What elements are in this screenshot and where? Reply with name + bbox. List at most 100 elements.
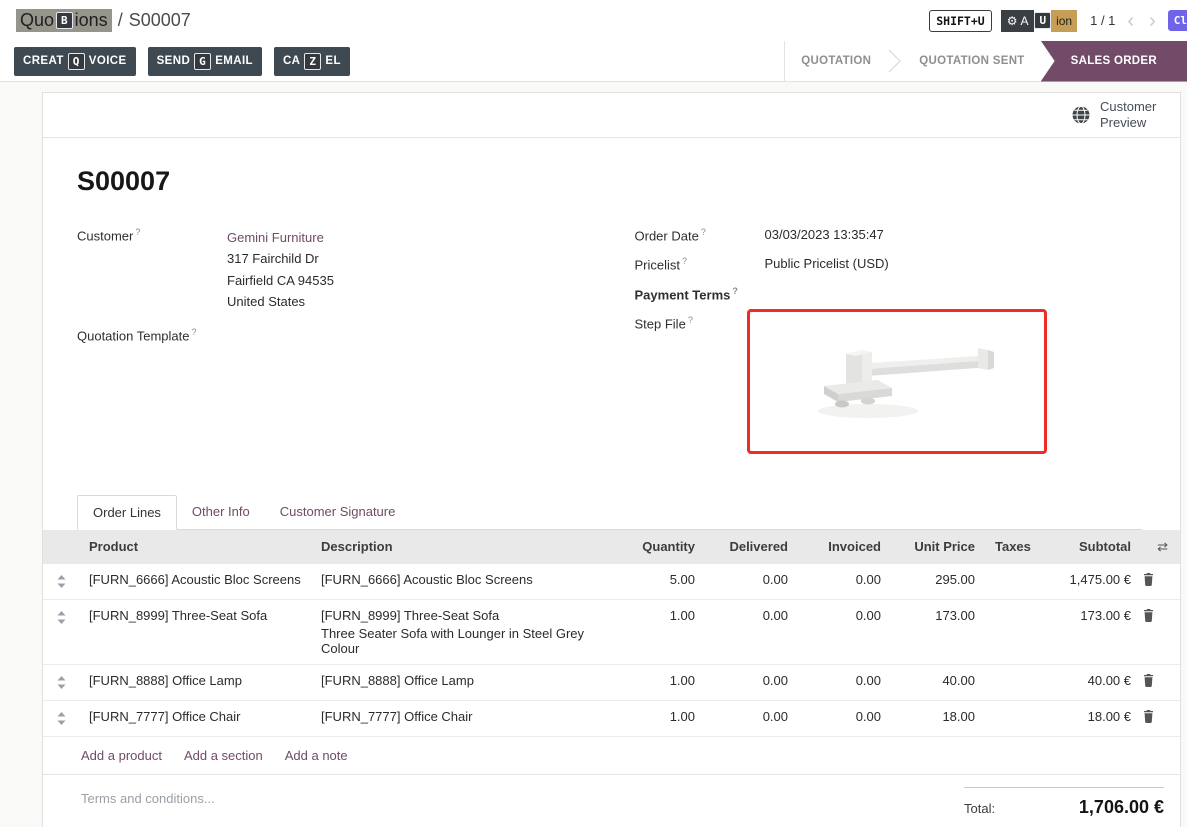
order-date-value[interactable]: 03/03/2023 13:35:47 bbox=[765, 227, 884, 243]
order-line-row-1[interactable]: [FURN_6666] Acoustic Bloc Screens [FURN_… bbox=[43, 564, 1180, 600]
delete-line-icon[interactable] bbox=[1143, 573, 1154, 586]
cell-product[interactable]: [FURN_6666] Acoustic Bloc Screens bbox=[79, 564, 311, 600]
order-lines-table: Product Description Quantity Delivered I… bbox=[43, 530, 1180, 737]
field-quotation-template: Quotation Template? bbox=[77, 327, 585, 343]
quotation-template-label: Quotation Template? bbox=[77, 327, 227, 343]
cell-unit-price[interactable]: 40.00 bbox=[891, 664, 985, 700]
order-line-row-2[interactable]: [FURN_8999] Three-Seat Sofa [FURN_8999] … bbox=[43, 599, 1180, 664]
cell-invoiced[interactable]: 0.00 bbox=[798, 564, 891, 600]
terms-and-conditions-input[interactable]: Terms and conditions... bbox=[81, 791, 215, 818]
tab-customer-signature[interactable]: Customer Signature bbox=[265, 495, 411, 529]
cell-delivered[interactable]: 0.00 bbox=[705, 664, 798, 700]
cell-invoiced[interactable]: 0.00 bbox=[798, 599, 891, 664]
cell-taxes[interactable] bbox=[985, 700, 1035, 736]
cell-unit-price[interactable]: 18.00 bbox=[891, 700, 985, 736]
header-taxes: Taxes bbox=[985, 530, 1035, 564]
drag-handle-icon[interactable] bbox=[57, 611, 66, 624]
cancel-text-pre: CA bbox=[283, 55, 300, 67]
action-text-pre: A bbox=[1020, 14, 1028, 28]
cell-subtotal: 1,475.00 € bbox=[1035, 564, 1141, 600]
cell-quantity[interactable]: 1.00 bbox=[613, 700, 705, 736]
breadcrumb-quotations-link[interactable]: QuoBions bbox=[16, 9, 112, 32]
send-email-button[interactable]: SENDGEMAIL bbox=[148, 47, 262, 76]
header-product: Product bbox=[79, 530, 311, 564]
status-quotation-sent[interactable]: QUOTATION SENT bbox=[903, 41, 1040, 82]
breadcrumb-current: S00007 bbox=[129, 10, 191, 31]
control-panel: CREATQVOICE SENDGEMAIL CAZEL QUOTATION Q… bbox=[0, 41, 1187, 82]
cancel-text-post: EL bbox=[325, 55, 341, 67]
cell-description[interactable]: [FURN_8888] Office Lamp bbox=[311, 664, 613, 700]
cell-delivered[interactable]: 0.00 bbox=[705, 700, 798, 736]
add-a-product-link[interactable]: Add a product bbox=[81, 748, 162, 763]
table-header-row: Product Description Quantity Delivered I… bbox=[43, 530, 1180, 564]
line-add-links: Add a product Add a section Add a note bbox=[43, 737, 1180, 775]
cell-unit-price[interactable]: 295.00 bbox=[891, 564, 985, 600]
customer-preview-button[interactable]: Customer Preview bbox=[1071, 99, 1164, 130]
pager-next-icon[interactable]: › bbox=[1146, 11, 1159, 31]
drag-handle-icon[interactable] bbox=[57, 712, 66, 725]
tab-order-lines[interactable]: Order Lines bbox=[77, 495, 177, 530]
customer-link[interactable]: Gemini Furniture bbox=[227, 230, 324, 245]
sheet-body: S00007 Customer? Gemini Furniture 317 Fa… bbox=[43, 138, 1180, 530]
cell-taxes[interactable] bbox=[985, 664, 1035, 700]
keyboard-hint-g: G bbox=[194, 53, 211, 70]
status-separator-icon bbox=[887, 41, 903, 81]
pricelist-label: Pricelist? bbox=[635, 256, 765, 272]
breadcrumb-text-pre: Quo bbox=[20, 10, 54, 31]
send-email-text-post: EMAIL bbox=[215, 55, 253, 67]
cell-description[interactable]: [FURN_8999] Three-Seat SofaThree Seater … bbox=[311, 599, 613, 664]
status-sales-order[interactable]: SALES ORDER bbox=[1041, 41, 1187, 82]
cell-quantity[interactable]: 1.00 bbox=[613, 599, 705, 664]
cell-unit-price[interactable]: 173.00 bbox=[891, 599, 985, 664]
cell-invoiced[interactable]: 0.00 bbox=[798, 664, 891, 700]
cell-delivered[interactable]: 0.00 bbox=[705, 599, 798, 664]
pager-previous-icon[interactable]: ‹ bbox=[1124, 11, 1137, 31]
help-icon: ? bbox=[701, 227, 706, 237]
help-icon: ? bbox=[135, 227, 140, 237]
field-grid: Customer? Gemini Furniture 317 Fairchild… bbox=[77, 227, 1142, 467]
cell-description[interactable]: [FURN_7777] Office Chair bbox=[311, 700, 613, 736]
cell-delivered[interactable]: 0.00 bbox=[705, 564, 798, 600]
status-quotation[interactable]: QUOTATION bbox=[785, 41, 887, 82]
order-line-row-4[interactable]: [FURN_7777] Office Chair [FURN_7777] Off… bbox=[43, 700, 1180, 736]
cell-quantity[interactable]: 5.00 bbox=[613, 564, 705, 600]
step-file-image[interactable] bbox=[747, 309, 1047, 454]
cell-product[interactable]: [FURN_8999] Three-Seat Sofa bbox=[79, 599, 311, 664]
breadcrumb-separator: / bbox=[118, 10, 123, 31]
toggle-columns-icon[interactable]: ⇄ bbox=[1141, 530, 1180, 564]
header-invoiced: Invoiced bbox=[798, 530, 891, 564]
sheet-footer: Terms and conditions... Total: 1,706.00 … bbox=[43, 775, 1180, 818]
cell-description[interactable]: [FURN_6666] Acoustic Bloc Screens bbox=[311, 564, 613, 600]
add-a-section-link[interactable]: Add a section bbox=[184, 748, 263, 763]
cell-quantity[interactable]: 1.00 bbox=[613, 664, 705, 700]
header-handle bbox=[43, 530, 79, 564]
cell-taxes[interactable] bbox=[985, 564, 1035, 600]
cell-product[interactable]: [FURN_7777] Office Chair bbox=[79, 700, 311, 736]
cancel-button[interactable]: CAZEL bbox=[274, 47, 350, 76]
header-description: Description bbox=[311, 530, 613, 564]
action-menu-button[interactable]: ⚙AUion bbox=[1001, 10, 1077, 32]
customer-label: Customer? bbox=[77, 227, 227, 313]
cell-taxes[interactable] bbox=[985, 599, 1035, 664]
delete-line-icon[interactable] bbox=[1143, 609, 1154, 622]
keyboard-hint-q: Q bbox=[68, 53, 85, 70]
delete-line-icon[interactable] bbox=[1143, 710, 1154, 723]
tab-other-info[interactable]: Other Info bbox=[177, 495, 265, 529]
add-a-note-link[interactable]: Add a note bbox=[285, 748, 348, 763]
drag-handle-icon[interactable] bbox=[57, 676, 66, 689]
field-order-date: Order Date? 03/03/2023 13:35:47 bbox=[635, 227, 1143, 243]
form-view: Customer Preview S00007 Customer? Gemini… bbox=[0, 82, 1187, 827]
help-icon: ? bbox=[732, 286, 738, 296]
drag-handle-icon[interactable] bbox=[57, 575, 66, 588]
create-invoice-button[interactable]: CREATQVOICE bbox=[14, 47, 136, 76]
globe-icon bbox=[1071, 105, 1091, 125]
help-icon: ? bbox=[682, 256, 687, 266]
customer-address-line2: Fairfield CA 94535 bbox=[227, 273, 334, 288]
keyboard-hint-u: U bbox=[1034, 12, 1051, 29]
cell-invoiced[interactable]: 0.00 bbox=[798, 700, 891, 736]
pricelist-value[interactable]: Public Pricelist (USD) bbox=[765, 256, 889, 272]
delete-line-icon[interactable] bbox=[1143, 674, 1154, 687]
field-customer: Customer? Gemini Furniture 317 Fairchild… bbox=[77, 227, 585, 313]
cell-product[interactable]: [FURN_8888] Office Lamp bbox=[79, 664, 311, 700]
order-line-row-3[interactable]: [FURN_8888] Office Lamp [FURN_8888] Offi… bbox=[43, 664, 1180, 700]
